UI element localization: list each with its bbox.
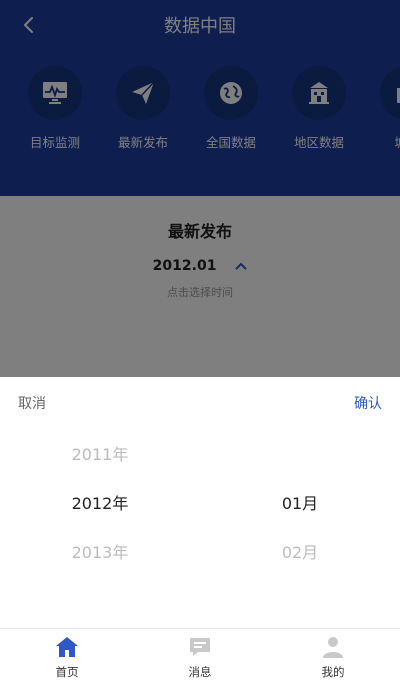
year-option[interactable]: 2011年 <box>40 441 160 465</box>
tab-label: 消息 <box>188 665 212 679</box>
year-option[interactable]: 2013年 <box>40 539 160 563</box>
bottom-tab-bar: 首页 消息 我的 <box>0 628 400 684</box>
user-icon <box>323 637 343 658</box>
cancel-button[interactable]: 取消 <box>18 393 46 413</box>
month-option-selected[interactable]: 01月 <box>240 490 360 514</box>
message-icon <box>190 638 210 656</box>
tab-label: 首页 <box>55 665 79 679</box>
confirm-button[interactable]: 确认 <box>354 393 382 413</box>
tab-messages[interactable]: 消息 <box>165 634 235 680</box>
tab-label: 我的 <box>321 665 345 679</box>
year-option-selected[interactable]: 2012年 <box>40 490 160 514</box>
tab-home[interactable]: 首页 <box>32 634 102 680</box>
modal-mask[interactable] <box>0 0 400 377</box>
date-picker-sheet: 取消 确认 2011年 2012年 2013年 01月 02月 <box>0 377 400 628</box>
home-icon <box>56 637 78 657</box>
month-option[interactable]: 02月 <box>240 539 360 563</box>
tab-me[interactable]: 我的 <box>298 634 368 680</box>
